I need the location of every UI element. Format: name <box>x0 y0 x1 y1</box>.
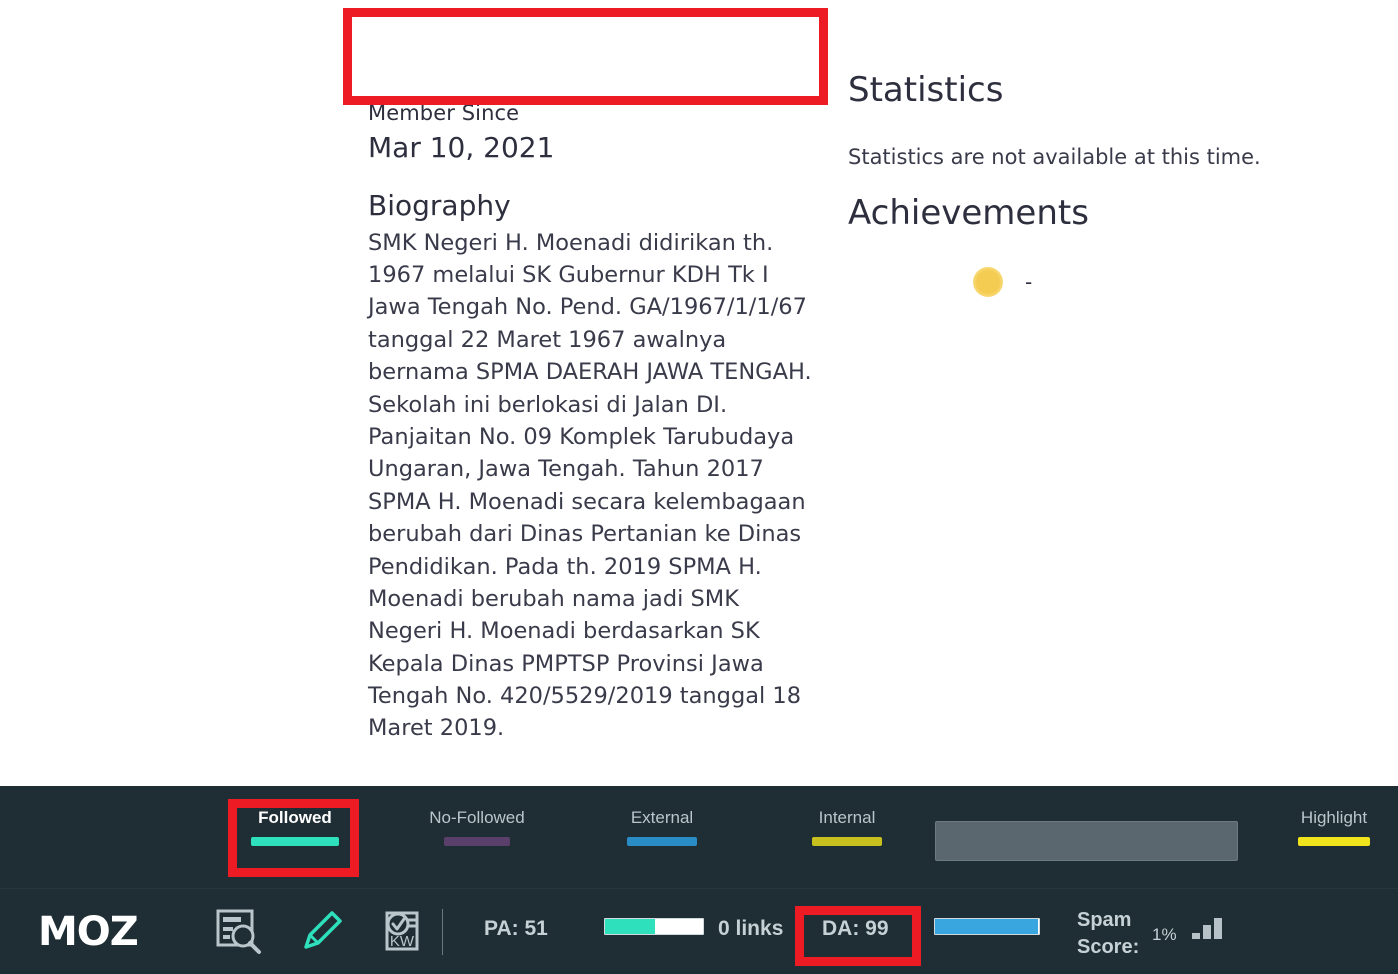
website-link[interactable]: https://smknhmoenadiungaran.... <box>368 49 810 83</box>
filter-no-followed-bar <box>444 837 510 847</box>
spam-score-percent: 1% <box>1152 925 1177 944</box>
achievements-heading: Achievements <box>848 193 1089 234</box>
pencil-edit-icon[interactable] <box>296 905 348 957</box>
biography-heading: Biography <box>368 189 511 223</box>
filter-external-label: External <box>630 808 694 827</box>
da-meter-fill <box>935 919 1038 934</box>
pa-meter <box>604 918 704 935</box>
spam-score-label-line2: Score: <box>1077 936 1140 958</box>
achievement-item: - <box>848 266 1318 297</box>
achievement-label: - <box>1025 269 1033 294</box>
da-metric-label[interactable]: DA: 99 <box>822 917 889 941</box>
moz-toolbar: Followed No-Followed External Internal H… <box>0 786 1398 974</box>
member-since-label: Member Since <box>368 101 520 126</box>
metric-row: MOZ KW PA: 51 0 links DA: 99 Spam Score:… <box>0 888 1398 974</box>
filter-internal-label: Internal <box>818 808 876 827</box>
pa-metric-label[interactable]: PA: 51 <box>484 917 548 941</box>
spam-score-label: Spam Score: <box>1077 907 1147 961</box>
link-search-input[interactable] <box>935 821 1238 861</box>
filter-no-followed[interactable]: No-Followed <box>413 808 541 847</box>
statistics-column: Statistics Statistics are not available … <box>848 70 1318 297</box>
website-label: Website <box>368 19 453 43</box>
filter-followed-label: Followed <box>258 808 332 827</box>
spam-score-bars-icon <box>1192 917 1222 939</box>
toolbar-divider <box>442 909 443 955</box>
statistics-empty-message: Statistics are not available at this tim… <box>848 144 1261 169</box>
filter-followed[interactable]: Followed <box>245 808 345 847</box>
gold-medal-icon <box>973 266 1003 297</box>
filter-external-bar <box>627 837 697 847</box>
moz-logo[interactable]: MOZ <box>38 909 139 955</box>
biography-text: SMK Negeri H. Moenadi didirikan th. 1967… <box>368 229 812 742</box>
statistics-heading: Statistics <box>848 70 1004 110</box>
filter-no-followed-label: No-Followed <box>429 808 525 827</box>
filter-external[interactable]: External <box>618 808 706 847</box>
filter-highlight-bar <box>1298 837 1370 847</box>
keyword-check-icon[interactable]: KW <box>376 905 428 957</box>
filter-followed-bar <box>251 837 339 847</box>
pa-meter-fill <box>605 919 655 934</box>
da-meter <box>934 918 1040 935</box>
filter-internal-bar <box>812 837 882 847</box>
links-count-label: 0 links <box>718 917 784 940</box>
profile-details-column: Website https://smknhmoenadiungaran.... … <box>368 16 818 745</box>
profile-page: Website https://smknhmoenadiungaran.... … <box>0 0 1398 786</box>
filter-highlight[interactable]: Highlight <box>1288 808 1380 847</box>
page-analysis-icon[interactable] <box>212 905 264 957</box>
svg-text:KW: KW <box>390 933 415 950</box>
spam-score-label-line1: Spam <box>1077 909 1132 931</box>
filter-highlight-label: Highlight <box>1300 808 1368 827</box>
member-since-value: Mar 10, 2021 <box>368 130 555 164</box>
filter-internal[interactable]: Internal <box>808 808 886 847</box>
